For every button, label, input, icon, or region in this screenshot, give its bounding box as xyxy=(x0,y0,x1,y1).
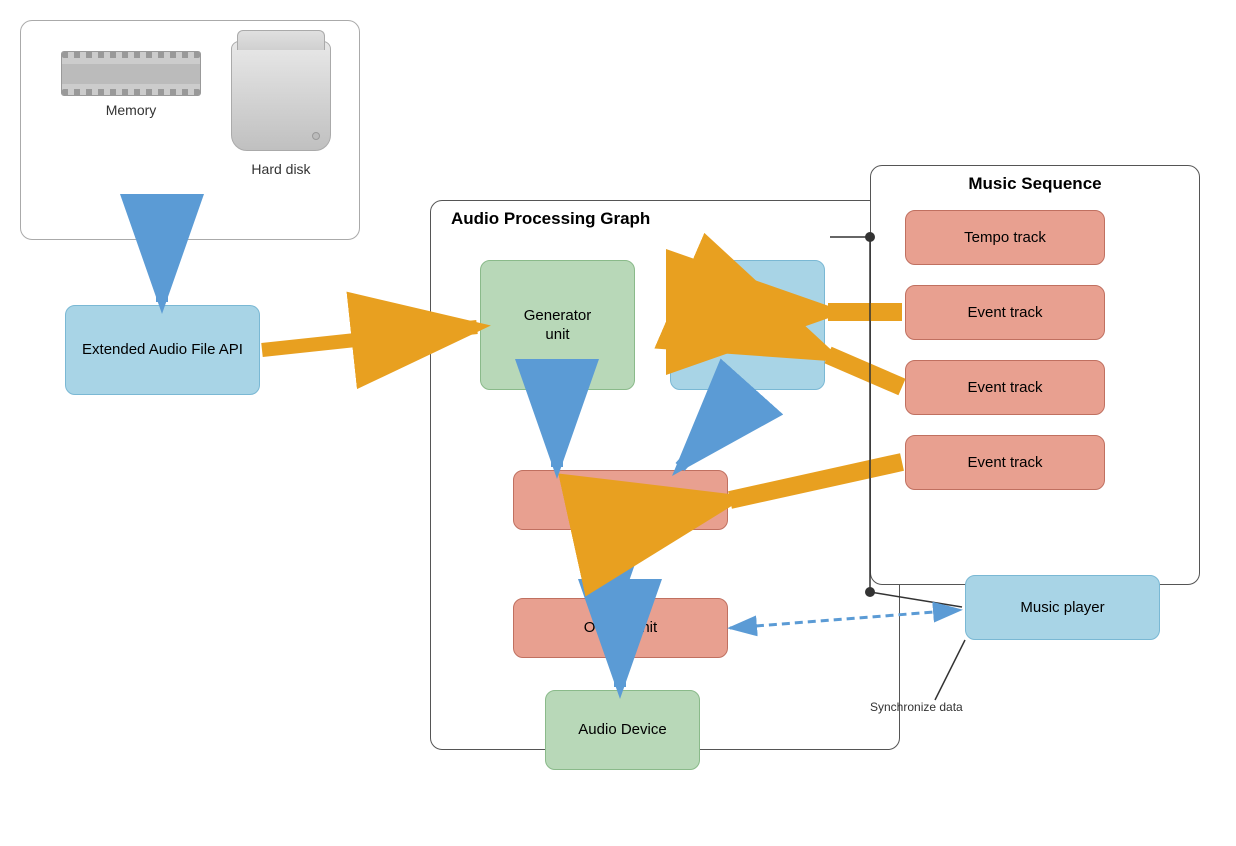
music-player: Music player xyxy=(965,575,1160,640)
sync-label-line xyxy=(935,640,965,700)
ext-audio-api: Extended Audio File API xyxy=(65,305,260,395)
memory-label: Memory xyxy=(106,102,157,118)
mixer-label: 3D mixer unit xyxy=(576,490,664,510)
audio-device-label: Audio Device xyxy=(578,720,666,740)
mixer-unit: 3D mixer unit xyxy=(513,470,728,530)
audio-device: Audio Device xyxy=(545,690,700,770)
event-track-1-label: Event track xyxy=(967,303,1042,323)
tempo-track: Tempo track xyxy=(905,210,1105,265)
event-track-1: Event track xyxy=(905,285,1105,340)
instrument-unit: Instrumentunit xyxy=(670,260,825,390)
memory-icon: Memory xyxy=(51,51,211,131)
apg-title: Audio Processing Graph xyxy=(451,209,650,229)
hard-disk-label: Hard disk xyxy=(251,161,310,177)
instrument-label: Instrumentunit xyxy=(712,306,783,345)
event-track-2: Event track xyxy=(905,360,1105,415)
tempo-track-label: Tempo track xyxy=(964,228,1046,248)
event-track-3-label: Event track xyxy=(967,453,1042,473)
event-track-2-label: Event track xyxy=(967,378,1042,398)
generator-label: Generatorunit xyxy=(524,306,592,345)
event-track-3: Event track xyxy=(905,435,1105,490)
sync-label: Synchronize data xyxy=(870,700,963,714)
hard-disk-icon: Hard disk xyxy=(221,41,341,177)
generator-unit: Generatorunit xyxy=(480,260,635,390)
music-player-label: Music player xyxy=(1020,599,1104,616)
output-unit: Output unit xyxy=(513,598,728,658)
output-label: Output unit xyxy=(584,618,657,638)
music-sequence-title: Music Sequence xyxy=(968,174,1101,194)
ext-audio-label: Extended Audio File API xyxy=(82,340,243,360)
diagram: Memory Hard disk Audio Processing Graph … xyxy=(0,0,1236,846)
storage-container: Memory Hard disk xyxy=(20,20,360,240)
